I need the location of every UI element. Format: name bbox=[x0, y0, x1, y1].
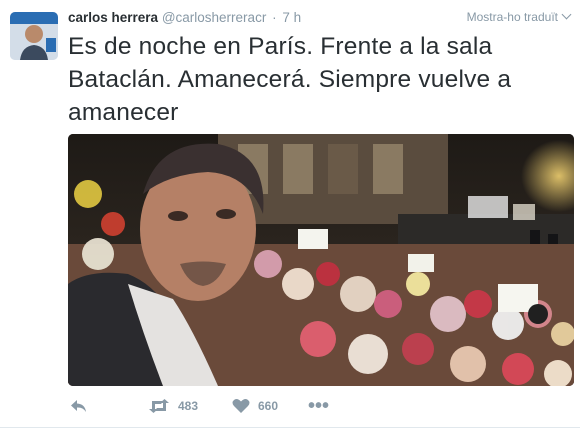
tweet: carlos herrera @carlosherreracr · 7 h Mo… bbox=[0, 0, 580, 428]
avatar[interactable] bbox=[10, 12, 58, 60]
like-count: 660 bbox=[258, 399, 279, 413]
more-icon: ••• bbox=[308, 395, 330, 417]
author-handle[interactable]: @carlosherreracr bbox=[162, 10, 266, 25]
translate-label: Mostra-ho traduït bbox=[466, 10, 558, 24]
photo-image bbox=[68, 134, 574, 386]
tweet-photo[interactable] bbox=[68, 134, 574, 386]
reply-icon bbox=[71, 400, 86, 412]
retweet-count: 483 bbox=[178, 399, 199, 413]
reply-button[interactable] bbox=[70, 394, 88, 418]
separator: · bbox=[272, 10, 277, 25]
retweet-icon bbox=[149, 399, 169, 413]
retweet-button[interactable]: 483 bbox=[148, 394, 198, 418]
author-name[interactable]: carlos herrera bbox=[68, 10, 158, 25]
tweet-actions: 483 660 ••• bbox=[68, 394, 568, 418]
tweet-header: carlos herrera @carlosherreracr · 7 h Mo… bbox=[68, 9, 572, 28]
heart-icon bbox=[232, 399, 250, 413]
timestamp[interactable]: 7 h bbox=[282, 10, 301, 25]
chevron-down-icon bbox=[561, 9, 572, 20]
tweet-text: Es de noche en París. Frente a la sala B… bbox=[68, 33, 512, 126]
more-button[interactable]: ••• bbox=[308, 394, 329, 418]
like-button[interactable]: 660 bbox=[232, 394, 278, 418]
translate-toggle[interactable]: Mostra-ho traduït bbox=[466, 9, 572, 24]
